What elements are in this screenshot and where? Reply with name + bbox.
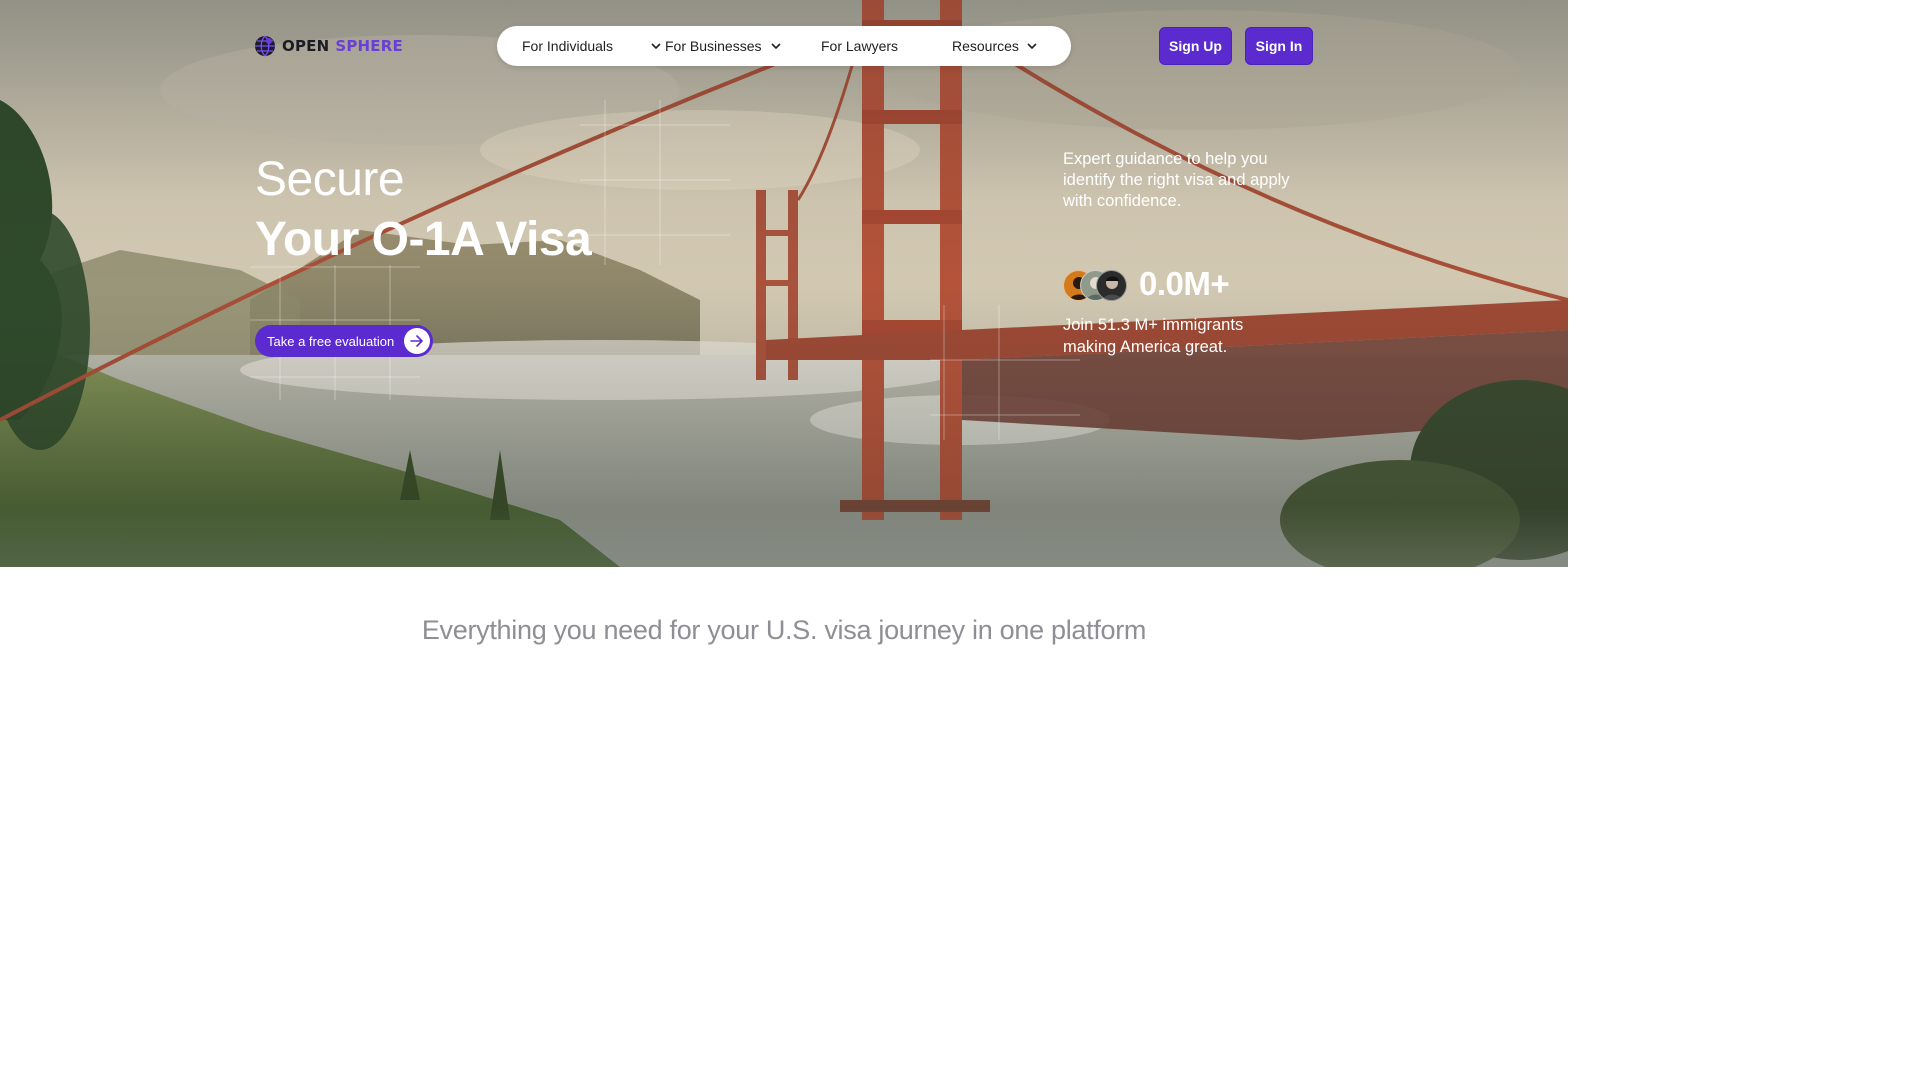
sign-up-button[interactable]: Sign Up bbox=[1159, 27, 1232, 65]
hero-headline-line1: Secure bbox=[255, 153, 405, 206]
platform-section-title: Everything you need for your U.S. visa j… bbox=[421, 615, 1147, 645]
chevron-down-icon bbox=[1027, 43, 1037, 49]
nav-item-label: For Individuals bbox=[522, 38, 614, 54]
nav-item-label: For Businesses bbox=[665, 38, 762, 54]
main-nav: For Individuals For Businesses For Lawye… bbox=[497, 26, 1071, 66]
brand-logo[interactable]: OPEN SPHERE bbox=[254, 33, 403, 59]
nav-item-label: Resources bbox=[952, 38, 1019, 54]
globe-icon bbox=[255, 35, 275, 57]
cta-label: Take a free evaluation bbox=[267, 333, 395, 349]
hero-fade bbox=[0, 507, 1568, 567]
immigrant-count: 0.0M+ bbox=[1139, 265, 1230, 302]
hero-tagline: Expert guidance to help you identify the… bbox=[1063, 150, 1290, 210]
avatar bbox=[1096, 270, 1127, 301]
free-evaluation-button[interactable]: Take a free evaluation bbox=[255, 325, 433, 357]
chevron-down-icon bbox=[771, 43, 782, 49]
immigrant-count-caption: Join 51.3 M+ immigrants making America g… bbox=[1063, 316, 1244, 356]
hero-headline-line2: Your O-1A Visa bbox=[255, 213, 592, 266]
nav-item-for-businesses[interactable]: For Businesses bbox=[665, 26, 782, 66]
logo-word-open: OPEN bbox=[282, 37, 330, 55]
avatar-group bbox=[1063, 270, 1127, 301]
nav-item-label: For Lawyers bbox=[821, 38, 899, 54]
arrow-right-icon bbox=[404, 328, 430, 354]
nav-item-for-lawyers[interactable]: For Lawyers bbox=[821, 26, 898, 66]
logo-word-sphere: SPHERE bbox=[335, 37, 403, 55]
nav-item-for-individuals[interactable]: For Individuals bbox=[522, 26, 661, 66]
sign-in-button[interactable]: Sign In bbox=[1245, 27, 1313, 65]
hero-section bbox=[0, 0, 1568, 567]
hero-background-image bbox=[0, 0, 1568, 567]
nav-item-resources[interactable]: Resources bbox=[952, 26, 1037, 66]
chevron-down-icon bbox=[651, 43, 661, 49]
